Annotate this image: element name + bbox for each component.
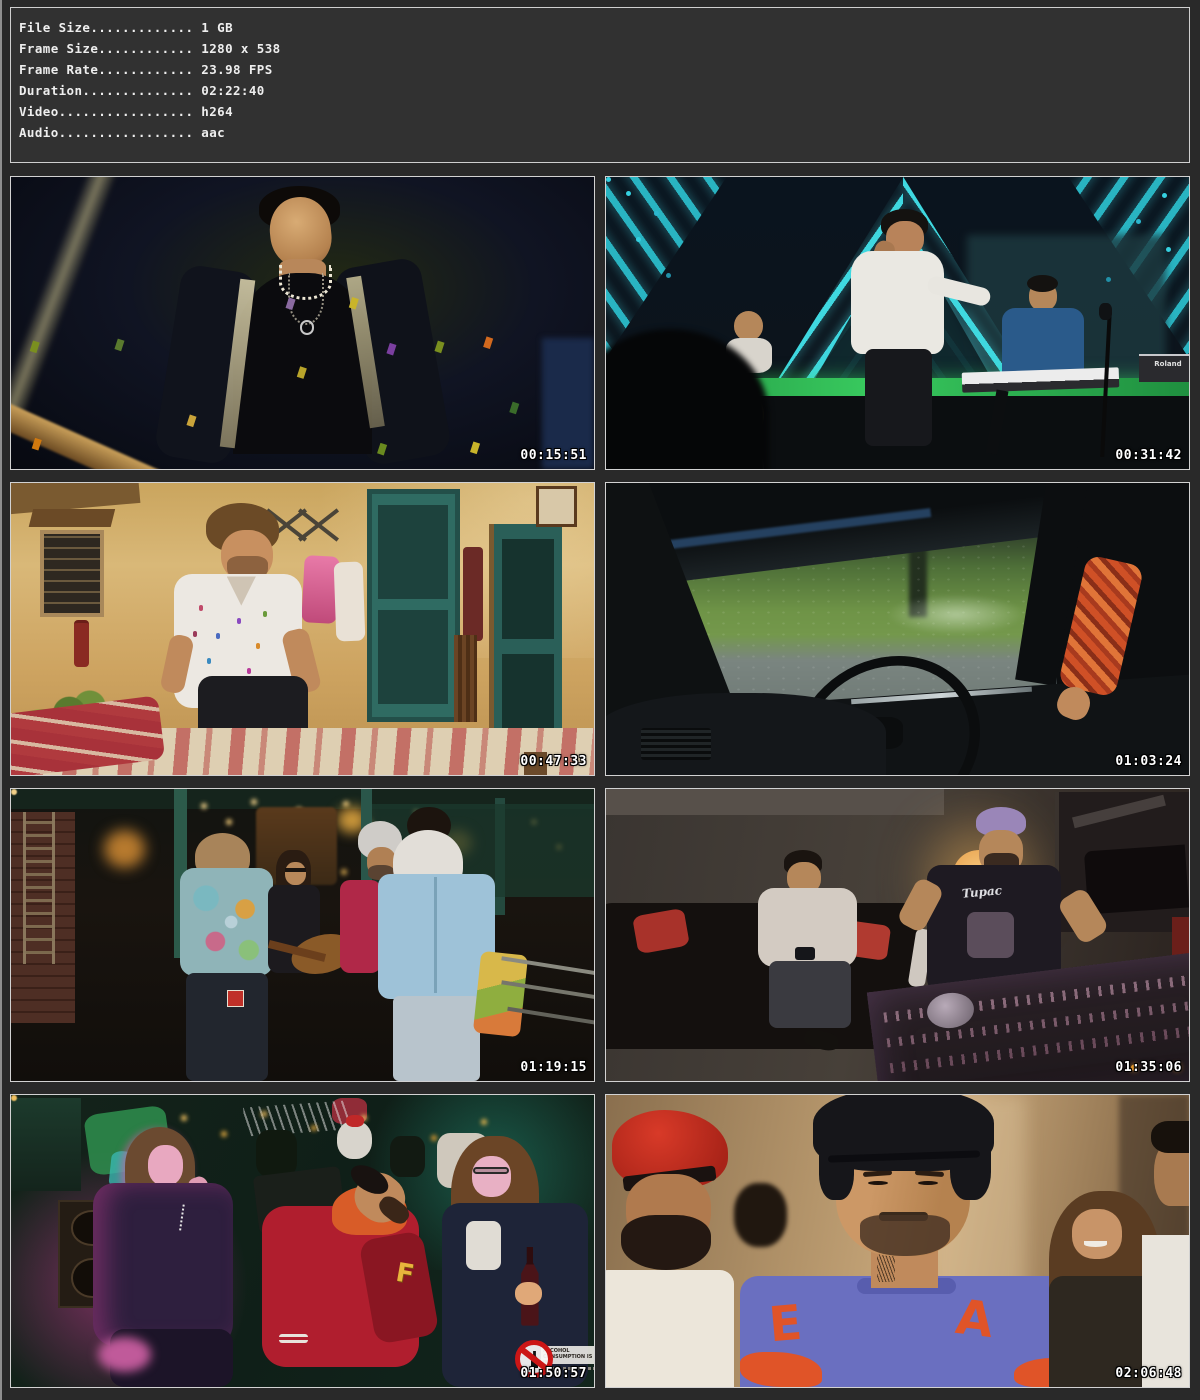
background-head <box>734 1183 786 1247</box>
timestamp: 01:50:57 <box>520 1366 587 1381</box>
woman-right-glasses <box>473 1167 509 1175</box>
roland-keyboard: Roland <box>1139 354 1189 382</box>
picture-frame <box>536 486 577 527</box>
crowd-cap-red <box>346 1115 363 1127</box>
glasses <box>285 868 306 872</box>
thumbnail-concert-confetti: 00:15:51 <box>10 176 595 470</box>
denim-seam <box>434 877 437 994</box>
phone-in-hands <box>795 947 815 960</box>
woman-smile <box>1084 1241 1107 1247</box>
singer-pants <box>865 349 932 445</box>
red-pipe <box>74 620 89 667</box>
bokeh-left <box>104 830 145 868</box>
file-info-row: Duration.............. 02:22:40 <box>19 80 1189 101</box>
thumbnail-neon-party: F ALCOHOL CONSUMPTION IS IN 01:50:57 <box>10 1094 595 1388</box>
screen-face <box>11 1098 81 1191</box>
file-info-row: Audio................. aac <box>19 122 1189 143</box>
confetti <box>10 176 20 189</box>
pocket-card <box>227 990 244 1007</box>
beanie-side-right <box>950 1130 991 1200</box>
colorful-bag <box>473 950 528 1036</box>
screenshot-grid: 00:15:51 YAMAHA Roland <box>10 176 1190 1388</box>
file-info-row: Video................. h264 <box>19 101 1189 122</box>
crowd-dark-1 <box>256 1130 297 1177</box>
wood-chair <box>454 635 477 723</box>
drummer-head <box>734 311 763 340</box>
timestamp: 00:47:33 <box>520 754 587 769</box>
cuff-stripe <box>279 1334 308 1343</box>
timestamp: 02:06:48 <box>1115 1366 1182 1381</box>
crowd-dark-2 <box>390 1136 425 1177</box>
ladder <box>23 812 55 964</box>
tee-graphic <box>967 912 1014 959</box>
timestamp: 01:35:06 <box>1115 1060 1182 1075</box>
pink-shirt <box>340 880 381 973</box>
timestamp: 01:03:24 <box>1115 754 1182 769</box>
pendant <box>300 320 314 335</box>
timestamp: 00:31:42 <box>1115 448 1182 463</box>
far-right-shirt <box>1142 1235 1189 1387</box>
dash-vent <box>641 728 711 760</box>
party-lights <box>11 1095 17 1101</box>
paisley-top <box>180 868 273 976</box>
far-right-hair <box>1151 1121 1189 1153</box>
string-lights <box>11 789 17 795</box>
guitarist-face <box>285 862 306 885</box>
center-beard <box>860 1215 950 1256</box>
ceiling-soffit <box>606 789 944 815</box>
man1-pants <box>769 961 851 1028</box>
white-tee-sliver <box>466 1221 501 1271</box>
hanging-clothes-pink <box>301 555 339 624</box>
thumbnail-stage-performance: YAMAHA Roland 00:31:42 <box>605 176 1190 470</box>
pendant-chain <box>288 273 324 325</box>
woman-jeans <box>186 973 268 1081</box>
thumbnail-beanie-closeup: E A 02:06:48 <box>605 1094 1190 1388</box>
thumbnail-studio: Tupac 01:35:06 <box>605 788 1190 1082</box>
light-beam <box>10 176 124 415</box>
light-jeans <box>393 996 480 1081</box>
file-info: File Size............. 1 GBFrame Size...… <box>10 7 1190 163</box>
shirt-doodles <box>11 483 15 489</box>
turban-man-shirt <box>605 1270 734 1387</box>
woman-left-face <box>148 1145 183 1186</box>
sweater-letter-e: E <box>767 1295 805 1354</box>
keyboard-logo: Roland <box>1154 360 1181 368</box>
guitar-neck <box>10 400 160 470</box>
timestamp: 00:15:51 <box>520 448 587 463</box>
window <box>40 530 103 617</box>
thumbnail-night-street: 01:19:15 <box>10 788 595 1082</box>
beanie-side-left <box>819 1136 854 1200</box>
turban-man-beard <box>621 1215 711 1270</box>
file-info-row: Frame Size............ 1280 x 538 <box>19 38 1189 59</box>
woman-face-right <box>1072 1209 1122 1259</box>
led-dots <box>606 177 611 182</box>
sweater-letter-a: A <box>953 1289 997 1349</box>
file-info-row: File Size............. 1 GB <box>19 17 1189 38</box>
necklace <box>158 1202 184 1231</box>
neck-tattoo <box>877 1253 894 1282</box>
hanging-clothes-white <box>333 561 365 641</box>
bottle-hand <box>515 1282 542 1305</box>
singer-shirt <box>851 251 944 353</box>
thumbnail-car-door: 01:03:24 <box>605 482 1190 776</box>
timestamp: 01:19:15 <box>520 1060 587 1075</box>
window-awning <box>29 509 115 527</box>
maroon-textile <box>463 547 483 640</box>
thumbnail-courtyard-bed: 00:47:33 <box>10 482 595 776</box>
mic-stand-head <box>1099 303 1112 321</box>
file-info-row: Frame Rate............ 23.98 FPS <box>19 59 1189 80</box>
teal-cupboard <box>367 489 460 723</box>
woman-right-face <box>472 1156 512 1197</box>
